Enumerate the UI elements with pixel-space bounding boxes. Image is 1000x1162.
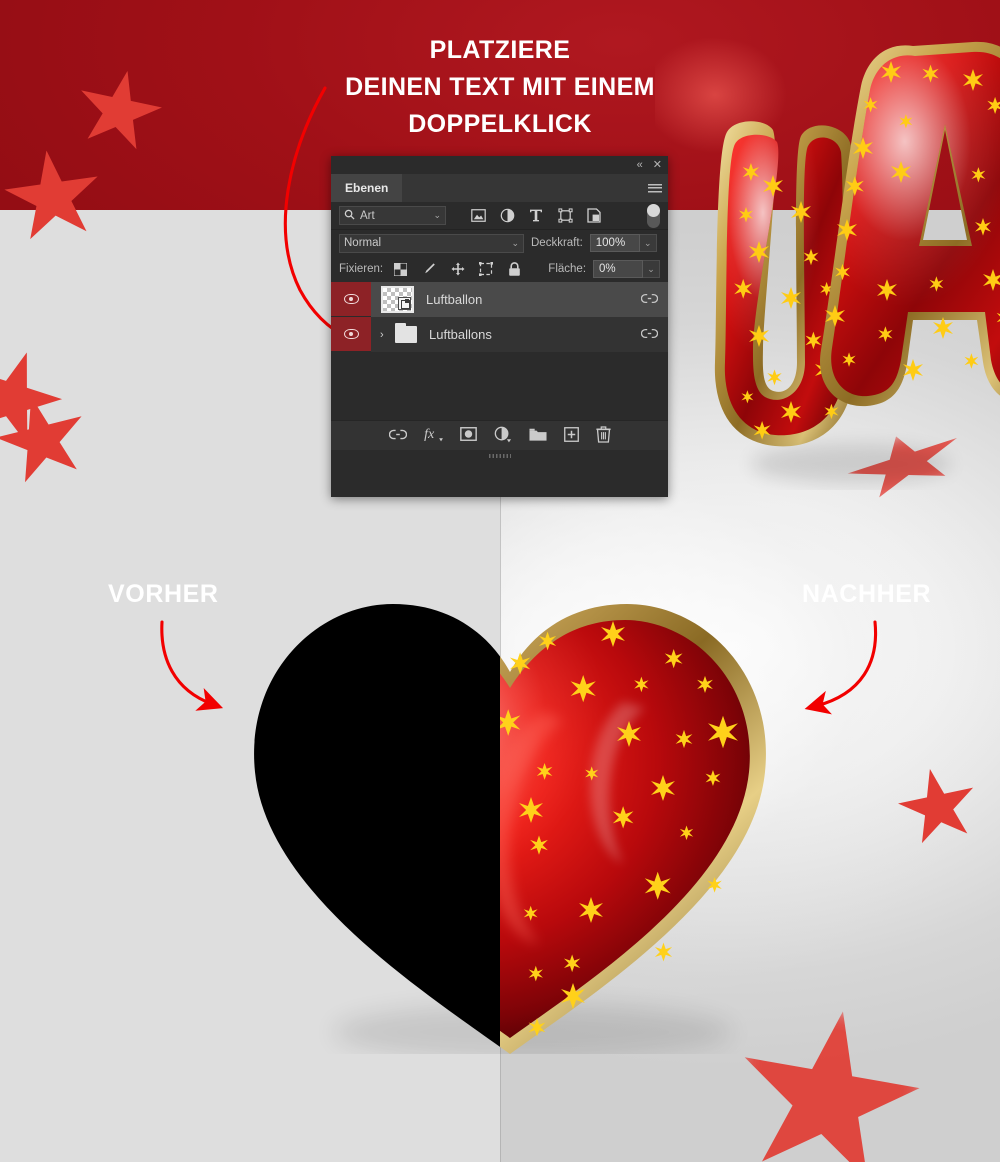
layer-row-body[interactable]: Luftballon bbox=[371, 282, 668, 317]
layer-name[interactable]: Luftballons bbox=[429, 327, 492, 342]
layer-list: Luftballon › Luftballons bbox=[331, 282, 668, 420]
layer-filter-type-select[interactable]: Art ⌄ bbox=[339, 206, 446, 225]
eye-icon bbox=[343, 329, 359, 339]
layer-list-empty-area[interactable] bbox=[331, 352, 668, 420]
layer-filter-type-value: Art bbox=[360, 209, 375, 222]
new-adjustment-layer-button[interactable] bbox=[494, 426, 512, 446]
adjustment-layer-filter-icon[interactable] bbox=[496, 206, 518, 226]
type-layer-filter-icon[interactable] bbox=[525, 206, 547, 226]
close-icon[interactable]: ✕ bbox=[653, 159, 662, 171]
layer-filter-row: Art ⌄ bbox=[331, 202, 668, 230]
smart-object-badge-icon bbox=[398, 297, 411, 310]
layer-style-fx-button[interactable]: fx bbox=[424, 426, 443, 445]
layer-name[interactable]: Luftballon bbox=[426, 292, 482, 307]
pixel-layer-filter-icon[interactable] bbox=[467, 206, 489, 226]
blend-mode-value: Normal bbox=[344, 237, 382, 249]
panel-resize-grip[interactable] bbox=[331, 450, 668, 462]
poster-canvas: PLATZIERE DEINEN TEXT MIT EINEM DOPPELKL… bbox=[0, 0, 1000, 1162]
before-after-heart-artwork bbox=[243, 592, 778, 1060]
lock-label: Fixieren: bbox=[339, 263, 384, 275]
opacity-stepper-caret-icon[interactable]: ⌄ bbox=[639, 234, 657, 252]
table-row[interactable]: Luftballon bbox=[331, 282, 668, 317]
smart-object-filter-icon[interactable] bbox=[583, 206, 605, 226]
layer-thumbnail-smart-object[interactable] bbox=[381, 286, 414, 313]
layer-row-body[interactable]: › Luftballons bbox=[371, 317, 668, 352]
blend-mode-row: Normal ⌄ Deckkraft: 100% ⌄ bbox=[331, 230, 668, 256]
filter-enable-toggle[interactable] bbox=[647, 203, 660, 228]
table-row[interactable]: › Luftballons bbox=[331, 317, 668, 352]
before-label: VORHER bbox=[108, 580, 219, 608]
lock-all-icon[interactable] bbox=[504, 259, 525, 279]
fill-input[interactable]: 0% bbox=[593, 260, 644, 278]
collapse-panel-icon[interactable]: « bbox=[637, 159, 643, 171]
hamburger-menu-icon[interactable] bbox=[642, 174, 668, 202]
new-layer-button[interactable] bbox=[563, 426, 579, 445]
tab-ebenen[interactable]: Ebenen bbox=[331, 174, 403, 202]
folder-icon bbox=[395, 323, 417, 343]
fill-label: Fläche: bbox=[548, 263, 587, 275]
panel-bottom-toolbar: fx bbox=[331, 420, 668, 450]
chevron-down-icon: ⌄ bbox=[511, 237, 519, 248]
svg-text:fx: fx bbox=[424, 426, 435, 442]
link-icon[interactable] bbox=[640, 293, 659, 307]
add-layer-mask-button[interactable] bbox=[459, 427, 477, 444]
delete-layer-button[interactable] bbox=[595, 425, 611, 446]
new-group-button[interactable] bbox=[528, 427, 547, 445]
fill-stepper-caret-icon[interactable]: ⌄ bbox=[643, 260, 661, 278]
photoshop-layers-panel[interactable]: « ✕ Ebenen Art ⌄ Normal ⌄ Deckkraft: 100… bbox=[331, 156, 668, 497]
shape-layer-filter-icon[interactable] bbox=[554, 206, 576, 226]
opacity-label: Deckkraft: bbox=[531, 237, 583, 249]
after-arrow bbox=[804, 620, 878, 715]
chevron-down-icon: ⌄ bbox=[433, 210, 441, 220]
lock-position-icon[interactable] bbox=[447, 259, 468, 279]
link-layers-button[interactable] bbox=[388, 429, 407, 443]
lock-row: Fixieren: Fläche: 0% ⌄ bbox=[331, 256, 668, 282]
chevron-right-icon[interactable]: › bbox=[380, 329, 393, 341]
link-icon[interactable] bbox=[640, 328, 659, 342]
lock-image-pixels-icon[interactable] bbox=[419, 259, 440, 279]
lock-transparent-pixels-icon[interactable] bbox=[390, 259, 411, 279]
search-icon bbox=[344, 209, 355, 223]
lock-artboard-nesting-icon[interactable] bbox=[475, 259, 496, 279]
layer-visibility-toggle[interactable] bbox=[331, 317, 371, 352]
eye-icon bbox=[343, 294, 359, 304]
panel-titlebar: « ✕ bbox=[331, 156, 668, 174]
layer-visibility-toggle[interactable] bbox=[331, 282, 371, 317]
after-label: NACHHER bbox=[802, 580, 932, 608]
blend-mode-select[interactable]: Normal ⌄ bbox=[339, 233, 524, 253]
panel-tabbar: Ebenen bbox=[331, 174, 668, 202]
tabbar-filler bbox=[402, 174, 642, 202]
opacity-input[interactable]: 100% bbox=[589, 234, 640, 252]
